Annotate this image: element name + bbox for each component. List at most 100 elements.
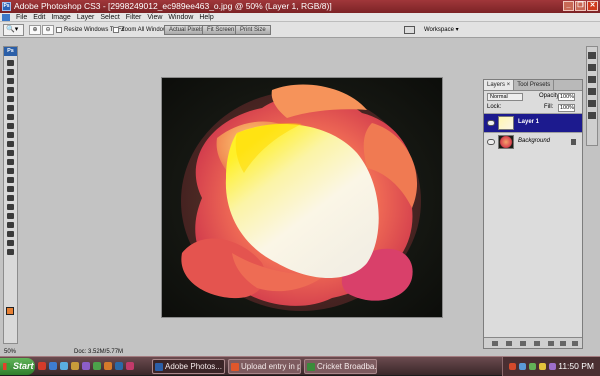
- swatches-icon[interactable]: [588, 88, 596, 95]
- print-size-button[interactable]: Print Size: [235, 25, 271, 35]
- tray-icon[interactable]: [509, 363, 516, 370]
- layer-name: Layer 1: [518, 119, 540, 125]
- marquee-tool-icon[interactable]: [4, 67, 17, 76]
- quicklaunch-messenger-icon[interactable]: [60, 362, 68, 370]
- document-icon[interactable]: [2, 13, 10, 21]
- rose-image: [181, 84, 421, 311]
- tool-preset-picker[interactable]: 🔍▾: [3, 24, 24, 36]
- menu-image[interactable]: Image: [48, 13, 73, 22]
- opacity-input[interactable]: 100%: [558, 93, 575, 101]
- trash-icon[interactable]: [572, 341, 578, 346]
- quicklaunch-app-icon[interactable]: [82, 362, 90, 370]
- task-upload-entry[interactable]: Upload entry in p...: [228, 359, 301, 374]
- eyedropper-tool-icon[interactable]: [4, 229, 17, 238]
- layer-style-icon[interactable]: [506, 341, 512, 346]
- menu-layer[interactable]: Layer: [74, 13, 98, 22]
- tray-icon[interactable]: [539, 363, 546, 370]
- layer-mask-icon[interactable]: [520, 341, 526, 346]
- menu-edit[interactable]: Edit: [30, 13, 48, 22]
- zoom-tool-icon[interactable]: [4, 247, 17, 256]
- tray-icon[interactable]: [549, 363, 556, 370]
- workspace-menu[interactable]: Workspace ▾: [402, 24, 462, 36]
- crop-tool-icon[interactable]: [4, 94, 17, 103]
- blend-mode-select[interactable]: Normal: [487, 93, 523, 101]
- layer-name: Background: [518, 138, 551, 144]
- brush-tool-icon[interactable]: [4, 121, 17, 130]
- menu-view[interactable]: View: [144, 13, 165, 22]
- menu-select[interactable]: Select: [97, 13, 122, 22]
- zoom-out-button[interactable]: ⊖: [42, 25, 54, 35]
- menu-filter[interactable]: Filter: [123, 13, 145, 22]
- quicklaunch-app-icon[interactable]: [104, 362, 112, 370]
- tray-icon[interactable]: [529, 363, 536, 370]
- new-group-icon[interactable]: [548, 341, 554, 346]
- zoom-all-windows-checkbox[interactable]: [113, 27, 119, 33]
- start-button[interactable]: Start: [0, 358, 35, 375]
- fill-input[interactable]: 100%: [558, 104, 575, 112]
- foreground-color-swatch[interactable]: [6, 307, 14, 315]
- tab-tool-presets[interactable]: Tool Presets: [514, 80, 555, 90]
- menu-window[interactable]: Window: [165, 13, 196, 22]
- menu-file[interactable]: File: [13, 13, 30, 22]
- menu-bar: File Edit Image Layer Select Filter View…: [0, 13, 600, 22]
- color-icon[interactable]: [588, 76, 596, 83]
- minimize-button[interactable]: _: [563, 1, 574, 11]
- resize-windows-checkbox[interactable]: [56, 27, 62, 33]
- visibility-eye-icon[interactable]: [487, 139, 495, 145]
- history-icon[interactable]: [588, 64, 596, 71]
- blur-tool-icon[interactable]: [4, 166, 17, 175]
- character-icon[interactable]: [588, 112, 596, 119]
- move-tool-icon[interactable]: [4, 58, 17, 67]
- task-label: Adobe Photos...: [165, 362, 222, 371]
- type-tool-icon[interactable]: [4, 193, 17, 202]
- dodge-tool-icon[interactable]: [4, 175, 17, 184]
- gradient-tool-icon[interactable]: [4, 157, 17, 166]
- magic-wand-tool-icon[interactable]: [4, 85, 17, 94]
- eraser-tool-icon[interactable]: [4, 148, 17, 157]
- lasso-tool-icon[interactable]: [4, 76, 17, 85]
- quicklaunch-app-icon[interactable]: [115, 362, 123, 370]
- status-bar: 50% Doc: 3.52M/5.77M: [4, 348, 164, 356]
- hand-tool-icon[interactable]: [4, 238, 17, 247]
- healing-brush-tool-icon[interactable]: [4, 112, 17, 121]
- tray-icon[interactable]: [519, 363, 526, 370]
- slice-tool-icon[interactable]: [4, 103, 17, 112]
- quicklaunch-desktop-icon[interactable]: [71, 362, 79, 370]
- navigator-icon[interactable]: [588, 52, 596, 59]
- restore-button[interactable]: ❐: [575, 1, 586, 11]
- document-canvas[interactable]: [161, 77, 443, 318]
- document-size: Doc: 3.52M/5.77M: [74, 349, 124, 355]
- workspace-icon: [404, 26, 415, 34]
- quicklaunch-app-icon[interactable]: [93, 362, 101, 370]
- link-layers-icon[interactable]: [492, 341, 498, 346]
- photoshop-logo: Ps: [4, 47, 17, 56]
- visibility-eye-icon[interactable]: [487, 120, 495, 126]
- task-cricket-broadband[interactable]: Cricket Broadba...: [304, 359, 377, 374]
- clone-stamp-tool-icon[interactable]: [4, 130, 17, 139]
- shape-tool-icon[interactable]: [4, 211, 17, 220]
- layer-row-layer-1[interactable]: Layer 1: [484, 113, 582, 132]
- fit-screen-button[interactable]: Fit Screen: [202, 25, 240, 35]
- paragraph-icon[interactable]: [588, 100, 596, 107]
- quicklaunch-firefox-icon[interactable]: [38, 362, 46, 370]
- close-button[interactable]: ✕: [587, 1, 598, 11]
- pen-tool-icon[interactable]: [4, 184, 17, 193]
- path-selection-tool-icon[interactable]: [4, 202, 17, 211]
- options-bar: 🔍▾ ⊕ ⊖ Resize Windows To Fit Zoom All Wi…: [0, 22, 600, 38]
- notes-tool-icon[interactable]: [4, 220, 17, 229]
- zoom-in-button[interactable]: ⊕: [29, 25, 41, 35]
- layer-row-background[interactable]: Background: [484, 132, 582, 151]
- quicklaunch-app-icon[interactable]: [126, 362, 134, 370]
- new-layer-icon[interactable]: [560, 341, 566, 346]
- window-controls: _ ❐ ✕: [563, 1, 598, 11]
- quicklaunch-ie-icon[interactable]: [49, 362, 57, 370]
- zoom-level[interactable]: 50%: [4, 349, 16, 355]
- tab-layers[interactable]: Layers ×: [484, 80, 515, 90]
- adjustment-layer-icon[interactable]: [534, 341, 540, 346]
- network-task-icon: [307, 363, 315, 371]
- fill-label: Fill:: [544, 104, 554, 110]
- task-label: Upload entry in p...: [241, 362, 300, 371]
- menu-help[interactable]: Help: [196, 13, 216, 22]
- history-brush-tool-icon[interactable]: [4, 139, 17, 148]
- task-photoshop[interactable]: Adobe Photos...: [152, 359, 225, 374]
